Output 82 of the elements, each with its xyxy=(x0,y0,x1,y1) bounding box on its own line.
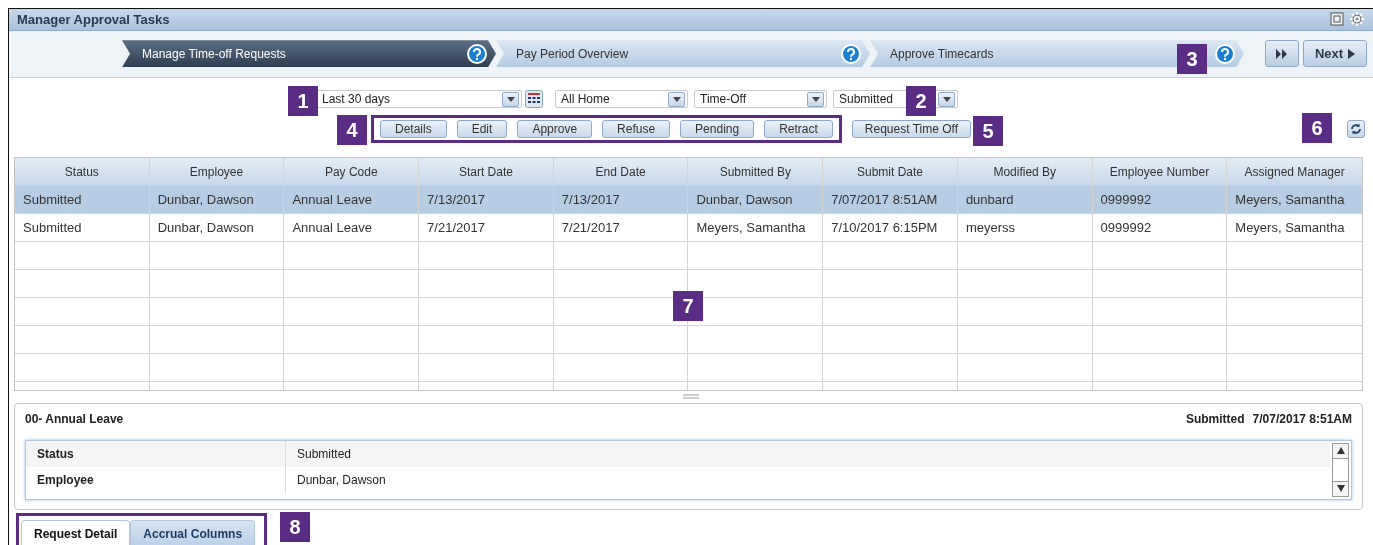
tab[interactable]: Request Detail xyxy=(21,520,131,545)
refresh-button[interactable] xyxy=(1347,120,1365,139)
settings-icon[interactable] xyxy=(1349,11,1365,28)
table-cell: 7/07/2017 8:51AM xyxy=(823,186,958,214)
next-button[interactable]: Next xyxy=(1303,40,1367,68)
action-button[interactable]: Approve xyxy=(517,120,593,139)
action-button[interactable]: Refuse xyxy=(602,120,671,139)
maximize-icon[interactable] xyxy=(1330,12,1344,27)
action-button[interactable]: Pending xyxy=(680,120,755,139)
field-label: Status xyxy=(26,440,286,467)
callout-number: 3 xyxy=(1177,44,1207,74)
column-header[interactable]: Employee Number xyxy=(1092,158,1228,186)
table-cell: 7/13/2017 xyxy=(553,186,689,214)
column-header[interactable]: Submitted By xyxy=(688,158,824,186)
field-value: Submitted xyxy=(296,446,353,461)
table-cell: 7/10/2017 6:15PM xyxy=(823,214,958,242)
dropdown-field[interactable]: All Home xyxy=(555,90,688,109)
help-icon[interactable] xyxy=(467,43,487,64)
column-header[interactable]: Employee xyxy=(149,158,285,186)
table-cell-text: Meyers, Samantha xyxy=(1234,191,1346,210)
table-cell: 0999992 xyxy=(1092,186,1228,214)
column-header[interactable]: End Date xyxy=(553,158,689,186)
help-icon[interactable] xyxy=(1215,43,1235,64)
detail-title: 00- Annual Leave xyxy=(25,411,125,426)
column-header[interactable]: Assigned Manager xyxy=(1227,158,1362,186)
action-button[interactable]: Retract xyxy=(764,120,833,139)
field-value: Dunbar, Dawson xyxy=(296,472,387,487)
action-button[interactable]: Details xyxy=(380,120,447,139)
table-cell-text: Meyers, Samantha xyxy=(1234,219,1346,238)
callout-number: 5 xyxy=(973,116,1003,146)
help-icon[interactable] xyxy=(841,43,861,64)
table-cell: Annual Leave xyxy=(284,214,420,242)
dropdown-field[interactable]: Last 30 days xyxy=(316,90,522,109)
table-cell: dunbard xyxy=(957,186,1093,214)
tab[interactable]: Accrual Columns xyxy=(130,520,256,545)
table-cell: Dunbar, Dawson xyxy=(688,186,824,214)
refresh-icon xyxy=(1350,123,1362,136)
skip-button[interactable] xyxy=(1265,40,1299,68)
table-cell: Dunbar, Dawson xyxy=(149,186,285,214)
double-arrow-icon xyxy=(1276,48,1288,59)
callout-number: 4 xyxy=(337,115,367,145)
table-cell: 0999992 xyxy=(1092,214,1228,242)
table-cell: meyerss xyxy=(957,214,1093,242)
wizard-step[interactable]: Pay Period Overview xyxy=(496,40,870,68)
caret-icon xyxy=(942,96,951,102)
wizard-step[interactable]: Manage Time-off Requests xyxy=(122,40,496,68)
field-label: Employee xyxy=(26,466,286,493)
calendar-icon[interactable] xyxy=(525,90,543,109)
down-arrow-icon[interactable] xyxy=(1336,485,1345,493)
action-button[interactable]: Edit xyxy=(456,120,508,139)
table-cell: Annual Leave xyxy=(284,186,420,214)
column-header[interactable]: Submit Date xyxy=(823,158,958,186)
table-cell: Dunbar, Dawson xyxy=(149,214,285,242)
detail-status: Submitted xyxy=(1185,411,1245,426)
caret-icon xyxy=(672,96,681,102)
callout-number: 2 xyxy=(906,86,936,116)
play-icon xyxy=(1348,48,1356,59)
table-row[interactable]: Submitted Dunbar, Dawson Annual Leave 7/21/2017 7/21/2017 Meyers, Samantha 7/10/2017 6:15PM meyerss 0999992 Meyers, Samantha xyxy=(15,214,1362,243)
column-header[interactable]: Pay Code xyxy=(284,158,420,186)
caret-icon xyxy=(506,96,515,102)
detail-date: 7/07/2017 8:51AM xyxy=(1252,411,1352,426)
table-cell: Submitted xyxy=(15,186,150,214)
column-header[interactable]: Start Date xyxy=(419,158,554,186)
table-cell: Submitted xyxy=(15,214,150,242)
splitter-handle-icon[interactable] xyxy=(683,394,699,400)
callout-number: 6 xyxy=(1302,113,1332,143)
table-cell: 7/21/2017 xyxy=(553,214,689,242)
table-cell: 7/13/2017 xyxy=(419,186,554,214)
up-arrow-icon[interactable] xyxy=(1336,447,1345,455)
table-row[interactable]: Submitted Dunbar, Dawson Annual Leave 7/13/2017 7/13/2017 Dunbar, Dawson 7/07/2017 8:51AM dunbard 0999992 Meyers, Samantha xyxy=(15,186,1362,215)
window-title: Manager Approval Tasks xyxy=(17,11,171,27)
caret-icon xyxy=(811,96,820,102)
dropdown-field[interactable]: Time-Off xyxy=(694,90,827,109)
column-header[interactable]: Status xyxy=(15,158,150,186)
request-time-off-button[interactable]: Request Time Off xyxy=(851,120,971,139)
table-cell: Meyers, Samantha xyxy=(688,214,824,242)
column-header[interactable]: Modified By xyxy=(957,158,1093,186)
callout-number: 8 xyxy=(280,512,310,542)
table-cell: 7/21/2017 xyxy=(419,214,554,242)
callout-number: 7 xyxy=(673,291,703,321)
callout-number: 1 xyxy=(288,86,318,116)
scrollbar[interactable] xyxy=(1332,442,1349,497)
